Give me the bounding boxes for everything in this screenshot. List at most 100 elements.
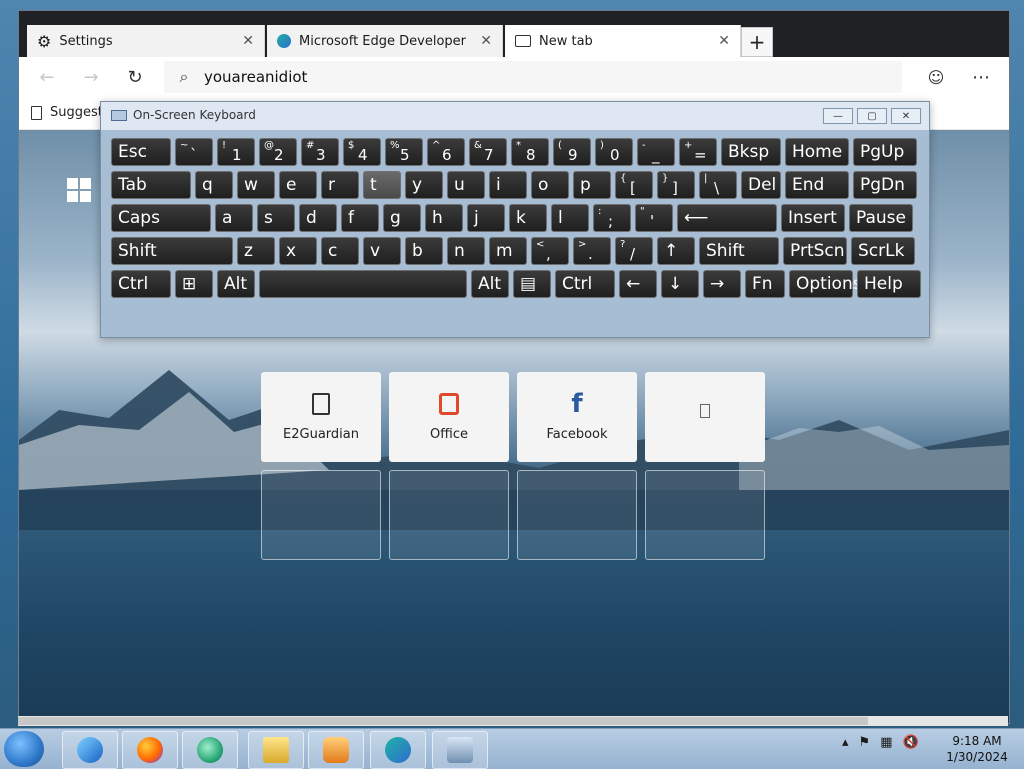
volume-muted-icon[interactable]: 🔇 (902, 735, 918, 750)
osk-key-[interactable]: {[ (615, 171, 653, 199)
taskbar-app-chat[interactable] (182, 731, 238, 769)
osk-key-k[interactable]: k (509, 204, 547, 232)
osk-key-n[interactable]: n (447, 237, 485, 265)
osk-key-[interactable]: ~ ` (175, 138, 213, 166)
settings-and-more-button[interactable]: ⋯ (967, 63, 995, 91)
osk-key-alt[interactable]: Alt (471, 270, 509, 298)
osk-key-i[interactable]: i (489, 171, 527, 199)
osk-key-[interactable]: ↑ (657, 237, 695, 265)
osk-key-f[interactable]: f (341, 204, 379, 232)
taskbar-app-internet-explorer[interactable] (62, 731, 118, 769)
osk-key-6[interactable]: ^ 6 (427, 138, 465, 166)
osk-key-esc[interactable]: Esc (111, 138, 171, 166)
osk-key-[interactable]: + = (679, 138, 717, 166)
osk-key-pause[interactable]: Pause (849, 204, 913, 232)
show-hidden-icons-icon[interactable]: ▴ (842, 735, 849, 750)
osk-key-2[interactable]: @2 (259, 138, 297, 166)
osk-title-bar[interactable]: On-Screen Keyboard — ▢ ✕ (101, 102, 929, 131)
taskbar-app-file-explorer[interactable] (248, 731, 304, 769)
start-button[interactable] (4, 731, 44, 767)
taskbar-app-on-screen-keyboard[interactable] (432, 731, 488, 769)
osk-key-alt[interactable]: Alt (217, 270, 255, 298)
osk-key-w[interactable]: w (237, 171, 275, 199)
horizontal-scrollbar-thumb[interactable] (18, 717, 868, 725)
tab-new-tab[interactable]: New tab ✕ (505, 25, 741, 57)
osk-key-options[interactable]: Options (789, 270, 862, 298)
osk-key-ctrl[interactable]: Ctrl (111, 270, 171, 298)
taskbar-clock[interactable]: 9:18 AM 1/30/2024 (942, 733, 1012, 765)
new-tab-button[interactable]: + (741, 27, 773, 57)
osk-key-caps[interactable]: Caps (111, 204, 211, 232)
osk-key-shift[interactable]: Shift (699, 237, 779, 265)
osk-key-z[interactable]: z (237, 237, 275, 265)
osk-key-l[interactable]: l (551, 204, 589, 232)
empty-quick-link-slot[interactable] (389, 470, 509, 560)
close-icon[interactable]: ✕ (472, 33, 492, 49)
osk-key-del[interactable]: Del (741, 171, 781, 199)
tab-microsoft-edge-developer[interactable]: Microsoft Edge Developer ✕ (267, 25, 503, 57)
tab-settings[interactable]: ⚙ Settings ✕ (27, 25, 265, 57)
osk-key-0[interactable]: ) 0 (595, 138, 633, 166)
osk-key-p[interactable]: p (573, 171, 611, 199)
osk-key-help[interactable]: Help (857, 270, 921, 298)
osk-key-[interactable]: | \ (699, 171, 737, 199)
quick-link-tile[interactable]: f Facebook (517, 372, 637, 462)
profile-button[interactable]: ☺ (922, 63, 950, 91)
osk-key-bksp[interactable]: Bksp (721, 138, 781, 166)
network-icon[interactable]: ▦ (880, 735, 892, 750)
osk-key-[interactable]: ⊞ (175, 270, 213, 298)
osk-key-[interactable]: ⟵ (677, 204, 777, 232)
osk-key-a[interactable]: a (215, 204, 253, 232)
osk-key-j[interactable]: j (467, 204, 505, 232)
osk-key-[interactable]: ▤ (513, 270, 551, 298)
osk-key-7[interactable]: & 7 (469, 138, 507, 166)
osk-key-g[interactable]: g (383, 204, 421, 232)
osk-key-[interactable]: " ' (635, 204, 673, 232)
osk-key-end[interactable]: End (785, 171, 849, 199)
osk-key-b[interactable]: b (405, 237, 443, 265)
close-icon[interactable]: ✕ (710, 33, 730, 49)
empty-quick-link-slot[interactable] (517, 470, 637, 560)
osk-key-v[interactable]: v (363, 237, 401, 265)
osk-key-pgdn[interactable]: PgDn (853, 171, 917, 199)
osk-key-[interactable]: ← (619, 270, 657, 298)
osk-key-[interactable]: - _ (637, 138, 675, 166)
osk-key-fn[interactable]: Fn (745, 270, 785, 298)
osk-key-e[interactable]: e (279, 171, 317, 199)
osk-key-pgup[interactable]: PgUp (853, 138, 917, 166)
taskbar-app-firefox[interactable] (122, 731, 178, 769)
quick-link-tile[interactable] (645, 372, 765, 462)
favorites-bar-item[interactable]: Suggest (31, 105, 103, 120)
osk-key-4[interactable]: $4 (343, 138, 381, 166)
osk-key-[interactable]: ? / (615, 237, 653, 265)
taskbar-app-edge[interactable] (370, 731, 426, 769)
osk-key-d[interactable]: d (299, 204, 337, 232)
osk-key-m[interactable]: m (489, 237, 527, 265)
osk-key-ctrl[interactable]: Ctrl (555, 270, 615, 298)
horizontal-scrollbar[interactable] (18, 716, 1008, 726)
osk-key-u[interactable]: u (447, 171, 485, 199)
osk-key-[interactable]: <, (531, 237, 569, 265)
osk-key-[interactable]: >. (573, 237, 611, 265)
osk-key-y[interactable]: y (405, 171, 443, 199)
osk-key-8[interactable]: * 8 (511, 138, 549, 166)
quick-link-tile[interactable]: E2Guardian (261, 372, 381, 462)
osk-key-t[interactable]: t (363, 171, 401, 199)
osk-key-h[interactable]: h (425, 204, 463, 232)
action-center-flag-icon[interactable]: ⚑ (859, 735, 871, 750)
osk-key-[interactable]: ↓ (661, 270, 699, 298)
forward-button[interactable]: → (77, 63, 105, 91)
close-icon[interactable]: ✕ (234, 33, 254, 49)
osk-key-r[interactable]: r (321, 171, 359, 199)
back-button[interactable]: ← (33, 63, 61, 91)
empty-quick-link-slot[interactable] (645, 470, 765, 560)
osk-key-3[interactable]: #3 (301, 138, 339, 166)
osk-key-x[interactable]: x (279, 237, 317, 265)
osk-key-o[interactable]: o (531, 171, 569, 199)
osk-key-[interactable]: → (703, 270, 741, 298)
osk-key-[interactable]: }] (657, 171, 695, 199)
osk-key-5[interactable]: % 5 (385, 138, 423, 166)
address-bar[interactable]: ⌕ youareanidiot (164, 61, 902, 93)
taskbar-app-media-player[interactable] (308, 731, 364, 769)
osk-key-prtscn[interactable]: PrtScn (783, 237, 847, 265)
